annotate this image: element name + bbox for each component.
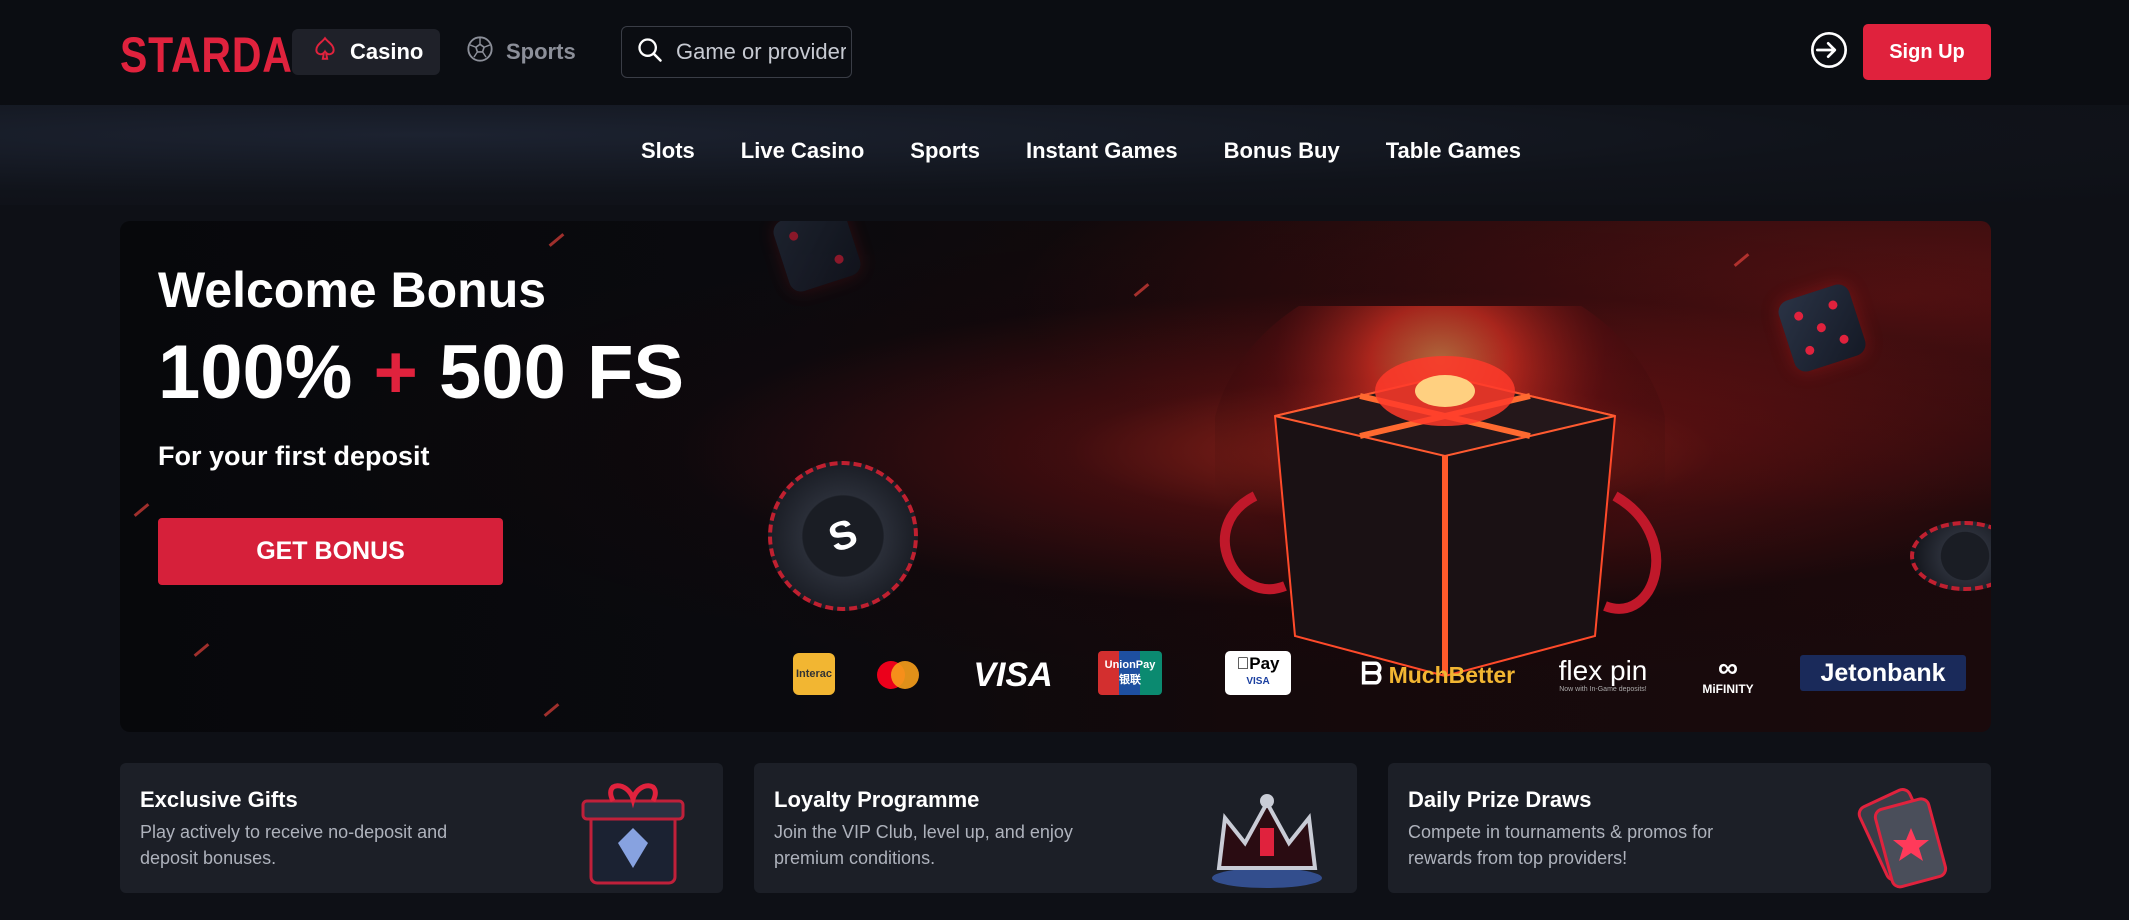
dice-icon	[1775, 281, 1869, 375]
get-bonus-button[interactable]: GET BONUS	[158, 518, 503, 585]
search-input[interactable]	[676, 39, 846, 65]
hero-title: Welcome Bonus	[158, 262, 547, 318]
feature-cards: Exclusive Gifts Play actively to receive…	[120, 763, 1991, 893]
card-loyalty-programme[interactable]: Loyalty Programme Join the VIP Club, lev…	[754, 763, 1357, 893]
search-icon	[636, 36, 664, 69]
chip-letter: S	[822, 510, 863, 561]
hero-subtitle: For your first deposit	[158, 441, 430, 471]
gift-box-icon	[1215, 306, 1665, 678]
gift-diamond-icon	[581, 783, 685, 885]
card-exclusive-gifts[interactable]: Exclusive Gifts Play actively to receive…	[120, 763, 723, 893]
top-bar: STARDA Casino Sports Sign Up	[0, 0, 2129, 105]
tab-sports-label: Sports	[506, 39, 576, 64]
infinity-icon: ∞	[1718, 652, 1738, 683]
search-box[interactable]	[621, 26, 852, 78]
interac-logo: Interac	[793, 653, 835, 695]
hero-offer-percent: 100%	[158, 330, 353, 415]
tab-casino[interactable]: Casino	[292, 29, 440, 75]
payment-methods: Interac VISA UnionPay 银联 Pay VISA ᗷ Muc…	[793, 651, 1973, 701]
hero-offer-spins: 500 FS	[439, 330, 685, 415]
login-icon	[1809, 30, 1849, 75]
nav-item-sports[interactable]: Sports	[910, 138, 980, 164]
category-nav-items: Slots Live Casino Sports Instant Games B…	[641, 138, 1521, 164]
ember-particle	[543, 703, 560, 717]
flexepin-logo: flex pin Now with In-Game deposits!	[1558, 654, 1648, 693]
mifinity-logo: ∞ MiFINITY	[1702, 652, 1754, 697]
card-description: Play actively to receive no-deposit and …	[140, 822, 448, 868]
ember-particle	[548, 233, 565, 247]
card-title: Exclusive Gifts	[140, 787, 298, 812]
card-title: Loyalty Programme	[774, 787, 980, 812]
unionpay-logo: UnionPay 银联	[1098, 651, 1162, 695]
card-description: Join the VIP Club, level up, and enjoy p…	[774, 822, 1073, 868]
crown-icon	[1212, 794, 1322, 888]
dice-icon	[770, 221, 864, 295]
muchbetter-icon: ᗷ	[1360, 658, 1383, 691]
apple-icon: Pay	[1237, 654, 1280, 673]
spade-icon	[312, 36, 338, 68]
muchbetter-logo: ᗷ MuchBetter	[1360, 658, 1516, 691]
ember-particle	[193, 643, 210, 657]
apple-pay-logo: Pay VISA	[1225, 651, 1291, 695]
nav-item-instant-games[interactable]: Instant Games	[1026, 138, 1178, 164]
tab-sports[interactable]: Sports	[446, 29, 586, 75]
tab-casino-label: Casino	[350, 39, 424, 64]
casino-chip-icon	[1910, 521, 1991, 591]
nav-item-bonus-buy[interactable]: Bonus Buy	[1224, 138, 1340, 164]
ember-particle	[133, 503, 150, 517]
nav-item-live-casino[interactable]: Live Casino	[741, 138, 864, 164]
login-button[interactable]	[1808, 31, 1850, 73]
nav-item-slots[interactable]: Slots	[641, 138, 695, 164]
card-description: Compete in tournaments & promos for rewa…	[1408, 822, 1714, 868]
casino-chip-icon: S	[746, 439, 940, 633]
jetonbank-logo: Jetonbank	[1800, 655, 1966, 691]
ticket-star-icon	[1857, 788, 1948, 889]
hero-offer: 100% + 500 FS	[158, 329, 684, 416]
mastercard-logo	[873, 659, 923, 691]
nav-item-table-games[interactable]: Table Games	[1386, 138, 1521, 164]
ember-particle	[1733, 253, 1750, 267]
hero-offer-plus: +	[373, 330, 418, 415]
ember-particle	[1133, 283, 1150, 297]
sign-up-button[interactable]: Sign Up	[1863, 24, 1991, 80]
starda-logo[interactable]: STARDA	[120, 26, 293, 84]
soccer-ball-icon	[466, 35, 494, 69]
visa-logo: VISA	[973, 655, 1053, 694]
card-title: Daily Prize Draws	[1408, 787, 1592, 812]
welcome-bonus-banner[interactable]: Welcome Bonus 100% + 500 FS For your fir…	[120, 221, 1991, 732]
card-daily-prize-draws[interactable]: Daily Prize Draws Compete in tournaments…	[1388, 763, 1991, 893]
